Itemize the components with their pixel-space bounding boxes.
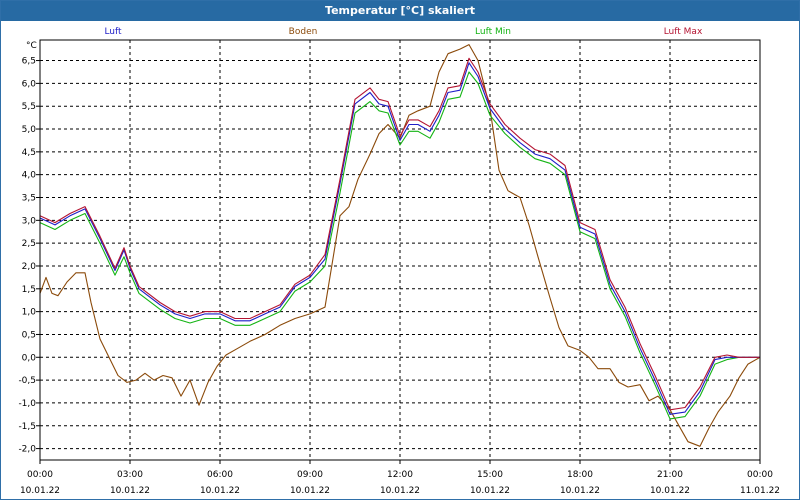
y-tick-label: 5,0 xyxy=(22,125,37,135)
x-tick-time: 15:00 xyxy=(477,470,503,480)
y-tick-label: 4,0 xyxy=(22,171,37,181)
x-tick-date: 10.01.22 xyxy=(380,486,420,496)
x-axis: 00:00 10.01.22 03:00 10.01.22 06:00 10.01.22 0… xyxy=(20,460,780,496)
y-tick-label: 6,5 xyxy=(22,57,36,67)
x-tick-date: 10.01.22 xyxy=(560,486,600,496)
y-tick-label: 1,5 xyxy=(22,285,36,295)
grid xyxy=(40,40,760,460)
x-tick-date: 10.01.22 xyxy=(20,486,60,496)
y-tick-label: -1,5 xyxy=(18,422,36,432)
y-tick-label: 0,5 xyxy=(22,330,36,340)
x-tick-time: 06:00 xyxy=(207,470,233,480)
x-tick-time: 00:00 xyxy=(747,470,773,480)
x-tick-time: 03:00 xyxy=(117,470,143,480)
legend-entry: Luft Max xyxy=(664,27,703,37)
x-tick-date: 10.01.22 xyxy=(650,486,690,496)
y-tick-label: 1,0 xyxy=(22,308,37,318)
temperature-chart: Luft Boden Luft Min Luft Max °C 6,5 6,0 5,5 5,… xyxy=(18,27,780,496)
x-tick-time: 12:00 xyxy=(387,470,413,480)
x-tick-time: 00:00 xyxy=(27,470,53,480)
x-tick-date: 10.01.22 xyxy=(110,486,150,496)
y-tick-label: 3,0 xyxy=(22,216,37,226)
x-tick-date: 10.01.22 xyxy=(200,486,240,496)
y-tick-label: 3,5 xyxy=(22,194,36,204)
y-tick-label: -0,5 xyxy=(18,376,36,386)
y-tick-label: 4,5 xyxy=(22,148,36,158)
legend: Luft Boden Luft Min Luft Max xyxy=(104,27,703,37)
x-tick-time: 18:00 xyxy=(567,470,593,480)
x-tick-date: 11.01.22 xyxy=(740,486,780,496)
y-tick-label: 2,5 xyxy=(22,239,36,249)
y-tick-label: 2,0 xyxy=(22,262,37,272)
y-axis-label: °C xyxy=(26,41,37,51)
x-tick-date: 10.01.22 xyxy=(290,486,330,496)
legend-entry: Luft xyxy=(104,27,122,37)
x-tick-time: 09:00 xyxy=(297,470,323,480)
x-tick-date: 10.01.22 xyxy=(470,486,510,496)
x-tick-time: 21:00 xyxy=(657,470,683,480)
y-tick-label: 5,5 xyxy=(22,102,36,112)
legend-entry: Boden xyxy=(289,27,318,37)
y-tick-label: 0,0 xyxy=(22,353,37,363)
y-tick-label: 6,0 xyxy=(22,79,37,89)
legend-entry: Luft Min xyxy=(475,27,511,37)
y-tick-label: -2,0 xyxy=(18,445,36,455)
y-axis: 6,5 6,0 5,5 5,0 4,5 4,0 3,5 3,0 2,5 2,0 1,5 1,0 0,5 0… xyxy=(18,57,40,455)
y-tick-label: -1,0 xyxy=(18,399,36,409)
